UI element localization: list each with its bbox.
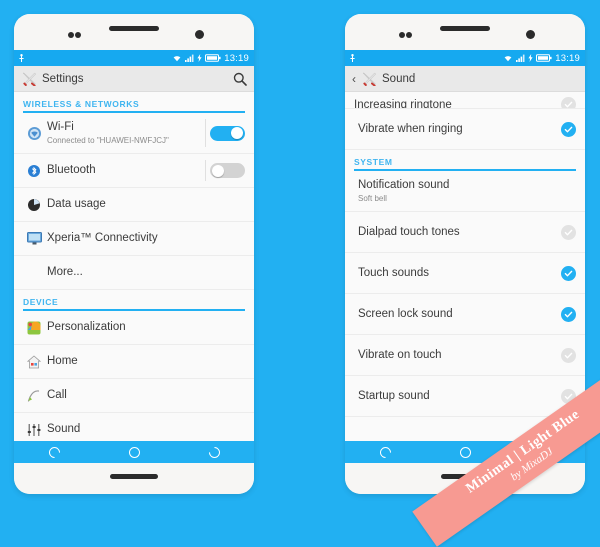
list-item-label: Xperia™ Connectivity [47, 232, 158, 245]
earpiece-speaker [109, 26, 159, 31]
nav-bar-left[interactable] [14, 441, 254, 463]
data-usage-icon [23, 198, 45, 212]
list-item-vibrate-on-touch[interactable]: Vibrate on touch [345, 335, 585, 376]
list-item-label: Personalization [47, 321, 126, 334]
list-item-sub: Soft bell [358, 193, 387, 203]
list-item-bluetooth[interactable]: Bluetooth [14, 154, 254, 188]
row-divider [205, 160, 206, 181]
list-item-screen-lock-sound[interactable]: Screen lock sound [345, 294, 585, 335]
sound-list[interactable]: Increasing ringtone Vibrate when ringing… [345, 92, 585, 441]
battery-icon [205, 54, 221, 62]
list-item-label: Wi-Fi [47, 121, 74, 134]
list-item-sound[interactable]: Sound [14, 413, 254, 441]
front-camera-icon [195, 30, 204, 39]
list-item-label: Startup sound [358, 389, 430, 402]
phone-left: 13:19 Settings WIRELESS & NETWORKS Wi-Fi… [14, 14, 254, 494]
list-item-more[interactable]: More... [14, 256, 254, 290]
bluetooth-toggle[interactable] [210, 163, 245, 178]
list-item-vibrate-when-ringing[interactable]: Vibrate when ringing [345, 109, 585, 150]
back-circle-icon[interactable] [46, 444, 62, 460]
recents-circle-icon[interactable] [206, 444, 222, 460]
list-item-label: Touch sounds [358, 266, 429, 279]
battery-icon [536, 54, 552, 62]
list-item-label: Vibrate when ringing [358, 122, 463, 135]
bluetooth-icon [23, 164, 45, 178]
signal-icon [516, 54, 525, 62]
front-camera-icon [526, 30, 535, 39]
row-divider [205, 119, 206, 147]
page-title: Sound [382, 72, 416, 85]
xperia-connectivity-icon [23, 232, 45, 245]
charging-bolt-icon [197, 54, 202, 62]
wallpaper-stage: 13:19 Settings WIRELESS & NETWORKS Wi-Fi… [0, 0, 600, 547]
list-item-label: Vibrate on touch [358, 348, 442, 361]
status-bar-left: 13:19 [14, 50, 254, 66]
list-item-dialpad-touch-tones[interactable]: Dialpad touch tones [345, 212, 585, 253]
call-icon [23, 389, 45, 403]
home-circle-icon[interactable] [459, 446, 471, 458]
page-title: Settings [42, 72, 84, 85]
touch-sounds-check[interactable] [561, 265, 576, 281]
home-circle-icon[interactable] [128, 446, 140, 458]
search-icon[interactable] [233, 72, 247, 86]
status-bar-right: 13:19 [345, 50, 585, 66]
list-item-wifi[interactable]: Wi-Fi Connected to "HUAWEI-NWFJCJ" [14, 113, 254, 154]
phone-right-top-bezel [345, 14, 585, 50]
increasing-ringtone-check[interactable] [561, 97, 576, 108]
list-item-label: Increasing ringtone [354, 98, 452, 109]
app-header-settings: Settings [14, 66, 254, 92]
wifi-globe-icon [23, 126, 45, 141]
home-icon [23, 354, 45, 369]
status-bar-time: 13:19 [555, 52, 580, 64]
back-circle-icon[interactable] [377, 444, 393, 460]
vibrate-on-touch-check[interactable] [561, 347, 576, 363]
dialpad-touch-tones-check[interactable] [561, 224, 576, 240]
sensor-dots-icon [68, 32, 84, 38]
list-item-label: Notification sound [358, 179, 450, 192]
list-item-xperia-connectivity[interactable]: Xperia™ Connectivity [14, 222, 254, 256]
sensor-dots-icon [399, 32, 415, 38]
earpiece-speaker [440, 26, 490, 31]
personalization-icon [23, 321, 45, 335]
list-item-label: Bluetooth [47, 164, 96, 177]
list-item-label: Data usage [47, 198, 106, 211]
section-header-system: SYSTEM [354, 157, 393, 167]
sound-sliders-icon [23, 423, 45, 437]
list-item-home[interactable]: Home [14, 345, 254, 379]
list-item-label: Dialpad touch tones [358, 225, 460, 238]
usb-icon [350, 53, 355, 63]
status-bar-time: 13:19 [224, 52, 249, 64]
list-item-label: Screen lock sound [358, 307, 453, 320]
list-item-notification-sound[interactable]: Notification sound Soft bell [345, 171, 585, 212]
screen-lock-sound-check[interactable] [561, 306, 576, 322]
settings-list[interactable]: WIRELESS & NETWORKS Wi-Fi Connected to "… [14, 92, 254, 441]
wifi-icon [172, 54, 182, 62]
usb-icon [19, 53, 24, 63]
signal-icon [185, 54, 194, 62]
section-header-device: DEVICE [23, 297, 59, 307]
tools-icon [21, 72, 37, 87]
list-item-label: Call [47, 389, 67, 402]
list-item-increasing-ringtone[interactable]: Increasing ringtone [345, 92, 585, 109]
tools-icon [361, 72, 377, 87]
back-chevron-icon[interactable]: ‹ [352, 73, 356, 85]
list-item-touch-sounds[interactable]: Touch sounds [345, 253, 585, 294]
wifi-toggle[interactable] [210, 125, 245, 141]
app-header-sound: ‹ Sound [345, 66, 585, 92]
list-item-label: Home [47, 355, 78, 368]
wifi-icon [503, 54, 513, 62]
list-item-data-usage[interactable]: Data usage [14, 188, 254, 222]
list-item-label: More... [47, 266, 83, 279]
vibrate-when-ringing-check[interactable] [561, 121, 576, 137]
list-item-call[interactable]: Call [14, 379, 254, 413]
list-item-personalization[interactable]: Personalization [14, 311, 254, 345]
phone-left-bottom-bezel [14, 463, 254, 494]
list-item-label: Sound [47, 423, 81, 436]
list-item-sub: Connected to "HUAWEI-NWFJCJ" [47, 135, 169, 145]
section-header-wireless: WIRELESS & NETWORKS [23, 99, 140, 109]
list-item-startup-sound[interactable]: Startup sound [345, 376, 585, 417]
phone-left-top-bezel [14, 14, 254, 50]
home-indicator [110, 474, 158, 479]
charging-bolt-icon [528, 54, 533, 62]
